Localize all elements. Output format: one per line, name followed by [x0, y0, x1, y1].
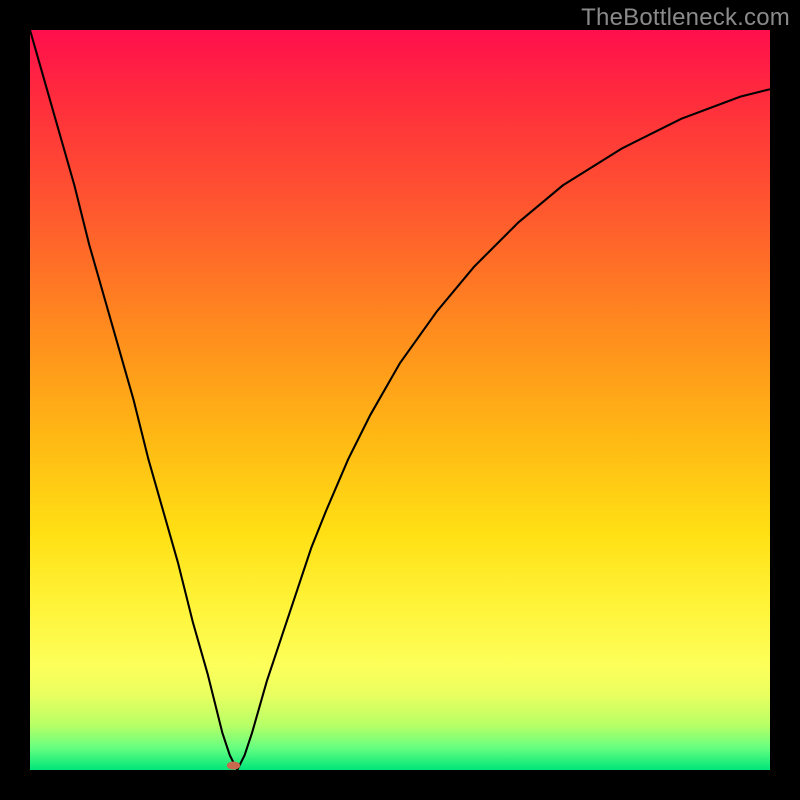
chart-frame: TheBottleneck.com [0, 0, 800, 800]
watermark-text: TheBottleneck.com [581, 4, 790, 32]
plot-area [30, 30, 770, 770]
bottleneck-curve [30, 30, 770, 770]
optimal-point-marker [227, 761, 240, 769]
chart-svg [30, 30, 770, 770]
